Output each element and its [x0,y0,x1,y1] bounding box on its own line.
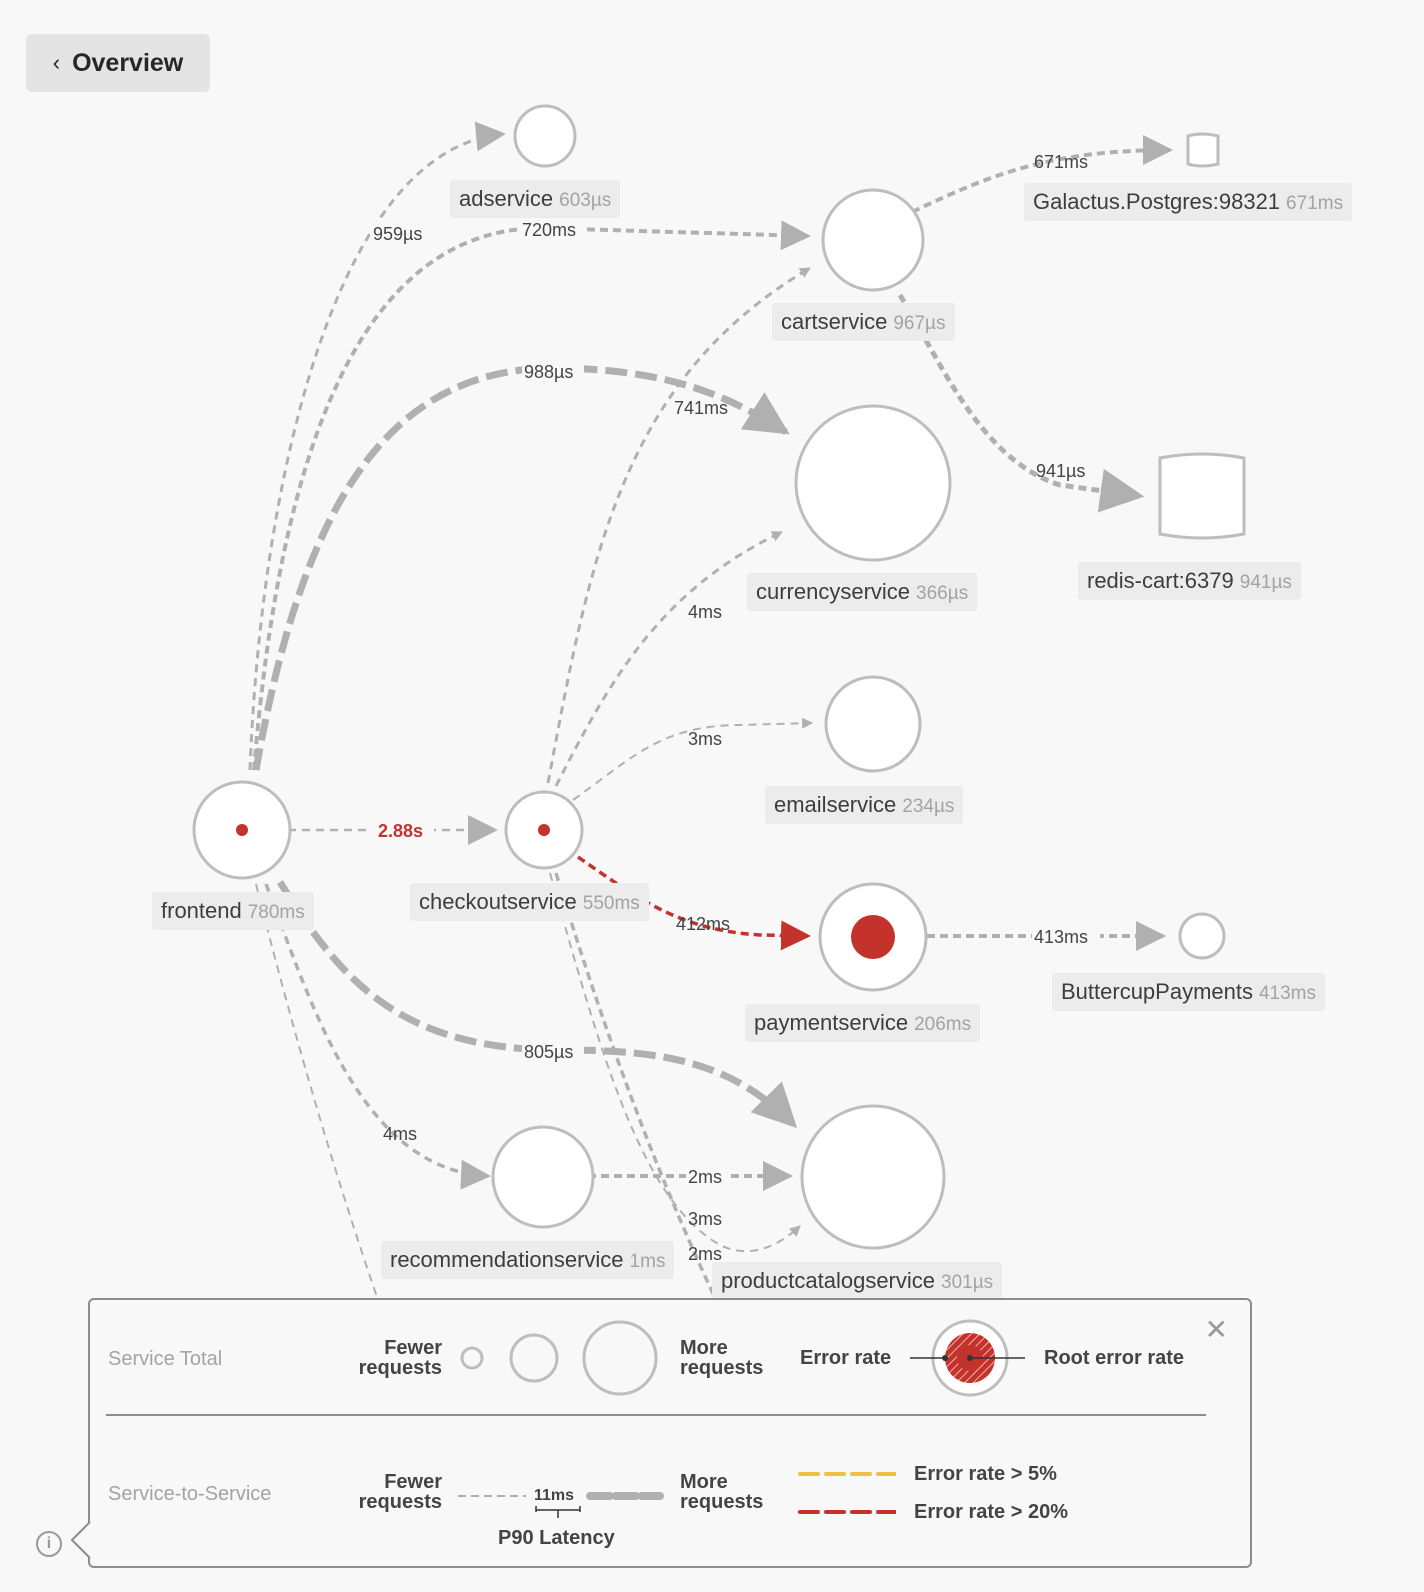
node-latency: 780ms [247,902,305,923]
edge-label-cartservice-galactus: 671ms [1034,152,1088,172]
node-name: emailservice [774,792,897,817]
node-currencyservice[interactable] [794,404,952,562]
label-paymentservice[interactable]: paymentservice 206ms [745,1004,981,1042]
edge-label-checkoutservice-cartservice: 741ms [674,398,728,418]
edge-label-checkoutservice-paymentservice: 412ms [676,914,730,934]
node-name: adservice [459,186,554,211]
edge-label-frontend-adservice: 959µs [373,224,422,244]
node-name: paymentservice [754,1010,909,1035]
legend-close-button[interactable]: ✕ [1205,1316,1228,1344]
node-name: currencyservice [756,579,911,604]
node-latency: 550ms [582,893,640,914]
node-name: productcatalogservice [721,1268,936,1293]
node-latency: 413ms [1258,983,1317,1004]
info-icon[interactable]: i [36,1531,62,1557]
node-latency: 206ms [914,1014,972,1035]
legend-divider [106,1414,1206,1416]
paymentservice-root-error [851,915,895,959]
node-latency: 967µs [893,313,946,334]
legend-more-requests: More requests [680,1337,764,1379]
node-name: ButtercupPayments [1061,979,1253,1004]
legend-latency-sample: 11ms [534,1487,575,1504]
label-productcatalogservice[interactable]: productcatalogservice 301µs [712,1262,1003,1300]
edge-checkoutservice-offscreen[interactable] [554,872,718,1301]
legend-more-requests-edges: More requests [680,1471,764,1513]
edge-frontend-cartservice[interactable] [252,220,811,771]
node-cartservice[interactable] [821,188,925,292]
legend-circle-medium [509,1333,559,1383]
node-emailservice[interactable] [824,675,922,773]
label-adservice[interactable]: adservice 603µs [450,180,621,218]
edge-label-recommendationservice-productcatalogservice: 2ms [688,1167,722,1187]
node-name: Galactus.Postgres:98321 [1033,189,1281,214]
legend-root-error-rate: Root error rate [1044,1347,1185,1369]
label-redis[interactable]: redis-cart:6379 941µs [1078,562,1301,600]
label-galactus[interactable]: Galactus.Postgres:98321 671ms [1024,183,1353,221]
edge-label-frontend-currencyservice: 988µs [524,362,573,382]
node-latency: 671ms [1286,193,1344,214]
node-productcatalogservice[interactable] [800,1104,946,1250]
node-latency: 1ms [629,1251,666,1272]
edge-label-frontend-recommendationservice: 4ms [383,1124,417,1144]
label-checkoutservice[interactable]: checkoutservice 550ms [410,883,649,921]
legend-node-size-samples [460,1320,658,1396]
edge-label-checkoutservice-productcatalogservice: 3ms [688,1209,722,1229]
node-latency: 941µs [1239,572,1292,593]
legend-error-rate: Error rate [800,1347,892,1369]
legend-error-gt-5: Error rate > 5% [914,1463,1057,1485]
edge-label-checkoutservice-emailservice: 3ms [688,729,722,749]
node-buttercup[interactable] [1178,912,1226,960]
edge-label-frontend-checkoutservice: 2.88s [378,821,423,841]
node-name: cartservice [781,309,888,334]
node-redis[interactable] [1158,452,1246,540]
edge-frontend-currencyservice[interactable] [252,364,790,771]
node-name: checkoutservice [419,889,577,914]
node-latency: 366µs [916,583,969,604]
node-name: redis-cart:6379 [1087,568,1234,593]
edge-label-frontend-productcatalogservice: 805µs [524,1042,573,1062]
edge-label-cartservice-redis: 941µs [1036,461,1085,481]
node-name: frontend [161,898,242,923]
legend-circle-small [460,1346,484,1370]
edge-label-frontend-cartservice: 720ms [522,220,576,240]
legend-p90-latency: P90 Latency [498,1527,615,1549]
node-galactus[interactable] [1186,132,1220,168]
node-adservice[interactable] [513,104,577,168]
label-recommendationservice[interactable]: recommendationservice 1ms [381,1241,675,1279]
edge-checkoutservice-cartservice[interactable] [546,266,811,784]
legend-circle-large [582,1320,658,1396]
node-latency: 301µs [941,1272,994,1293]
legend-error-gt-20: Error rate > 20% [914,1501,1068,1523]
node-recommendationservice[interactable] [491,1125,595,1229]
label-buttercup[interactable]: ButtercupPayments 413ms [1052,973,1326,1011]
legend-error-line-samples [798,1472,896,1514]
legend-fewer-requests: Fewer requests [358,1337,442,1379]
edge-label-checkout-offscreen: 2ms [688,1244,722,1264]
frontend-error-dot [236,824,248,836]
label-currencyservice[interactable]: currencyservice 366µs [747,573,978,611]
node-name: recommendationservice [390,1247,624,1272]
label-cartservice[interactable]: cartservice 967µs [772,303,955,341]
legend-error-icon [910,1319,1025,1397]
checkoutservice-error-dot [538,824,550,836]
node-latency: 603µs [559,190,612,211]
legend-pointer [70,1522,91,1559]
edge-label-checkoutservice-currencyservice: 4ms [688,602,722,622]
label-frontend[interactable]: frontend 780ms [152,892,314,930]
edge-checkoutservice-currencyservice[interactable] [554,530,783,787]
legend-panel: Service Total Fewer requests More reques… [88,1298,1252,1568]
legend-service-to-service-title: Service-to-Service [108,1483,272,1505]
label-emailservice[interactable]: emailservice 234µs [765,786,964,824]
edge-label-paymentservice-buttercup: 413ms [1034,927,1088,947]
legend-service-total-title: Service Total [108,1348,223,1370]
node-latency: 234µs [902,796,955,817]
legend-fewer-requests-edges: Fewer requests [358,1471,442,1513]
